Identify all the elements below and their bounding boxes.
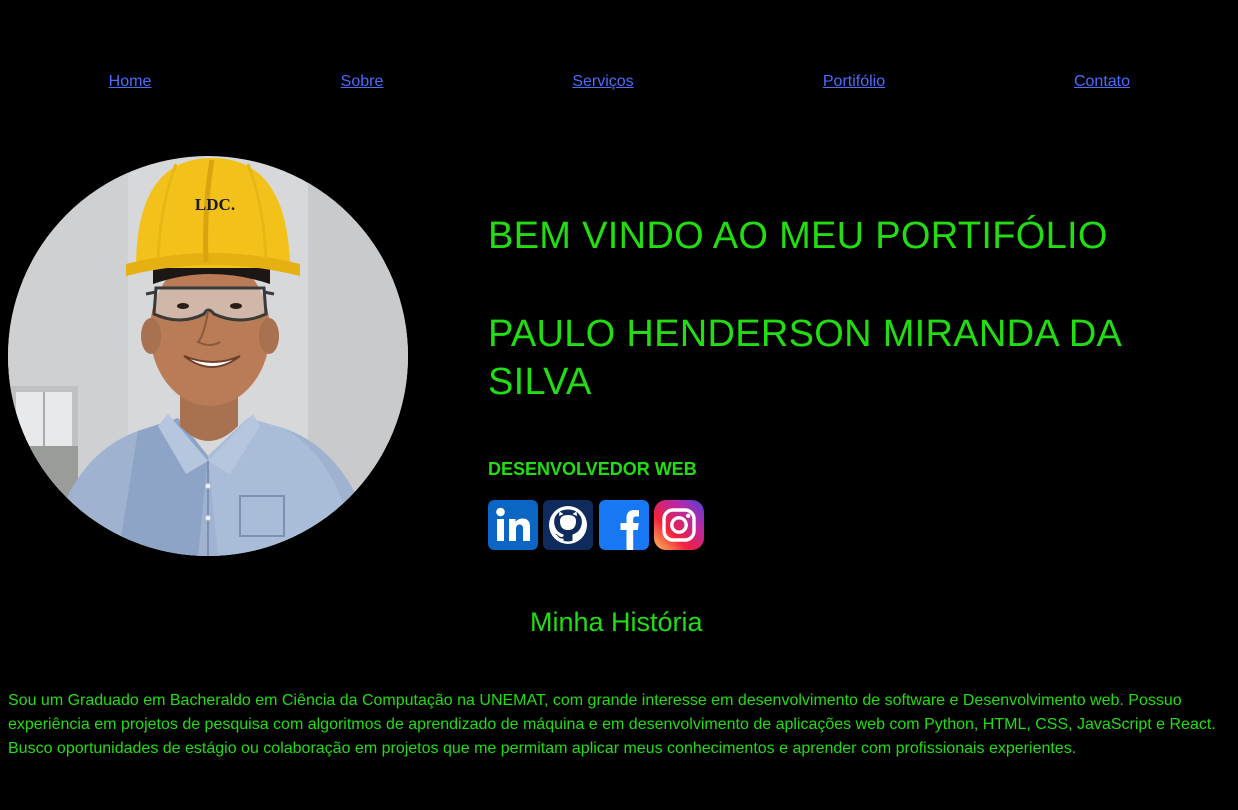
instagram-icon [654, 500, 704, 550]
history-title: Minha História [530, 607, 703, 637]
profile-photo: LDC. [8, 156, 408, 556]
facebook-link[interactable] [599, 500, 649, 550]
github-link[interactable] [543, 500, 593, 550]
nav-contato-link[interactable]: Contato [1074, 72, 1130, 91]
linkedin-icon [488, 500, 538, 550]
helmet-logo-text: LDC. [195, 195, 235, 214]
github-icon [543, 500, 593, 550]
history-text: Sou um Graduado em Bacheraldo em Ciência… [8, 692, 1216, 757]
nav-sobre-link[interactable]: Sobre [341, 72, 384, 91]
facebook-icon [599, 500, 649, 550]
linkedin-link[interactable] [488, 500, 538, 550]
hero-role: DESENVOLVEDOR WEB [488, 459, 697, 479]
nav-servicos-link[interactable]: Serviços [572, 72, 633, 91]
page: Home Sobre Serviços Portifólio Contato L… [0, 0, 1238, 810]
nav-portifolio-link[interactable]: Portifólio [823, 72, 885, 91]
instagram-link[interactable] [654, 500, 704, 550]
profile-photo-illustration: LDC. [8, 156, 408, 556]
hero-name: PAULO HENDERSON MIRANDA DA SILVA [488, 313, 1121, 403]
nav-home-link[interactable]: Home [109, 72, 152, 91]
hero-title: BEM VINDO AO MEU PORTIFÓLIO [488, 215, 1108, 257]
